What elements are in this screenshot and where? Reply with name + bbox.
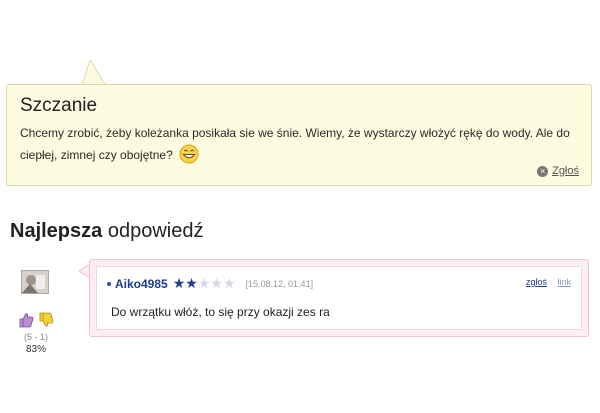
close-circle-icon: × (537, 165, 549, 177)
star-empty-icon: ★ (197, 275, 211, 291)
question-title: Szczanie (20, 95, 98, 116)
answer-box: Aiko4985 ★★★★★ [15.08.12, 01:41] zgłoś l… (89, 259, 589, 337)
answer-links: zgłoś link (518, 277, 571, 287)
username-link[interactable]: Aiko4985 (115, 277, 168, 291)
question-box: Szczanie Chcemy zrobić, żeby koleżanka p… (6, 84, 592, 186)
star-filled-icon: ★ (185, 275, 198, 291)
question-body: Chcemy zrobić, żeby koleżanka posikała s… (20, 123, 588, 166)
best-answer-heading: Najlepsza odpowiedź (10, 220, 203, 243)
laughing-emoji-icon (179, 144, 199, 164)
star-empty-icon: ★ (222, 275, 236, 291)
answer-header: Aiko4985 ★★★★★ [15.08.12, 01:41] (107, 275, 313, 292)
answer-date: [15.08.12, 01:41] (245, 278, 314, 289)
question-bubble-pointer (80, 60, 108, 86)
vote-percent: 83% (25, 344, 46, 355)
best-answer-heading-bold: Najlepsza (10, 220, 103, 242)
avatar[interactable] (21, 270, 49, 294)
rating-stars: ★★★★★ (173, 275, 236, 292)
vote-panel: (5 - 1) 83% (12, 312, 60, 355)
thumbs-down-icon[interactable] (38, 312, 54, 328)
answer-report-link[interactable]: zgłoś (526, 277, 547, 287)
thumbs-up-icon[interactable] (18, 312, 34, 328)
star-empty-icon: ★ (210, 275, 223, 291)
best-answer-heading-rest: odpowiedź (107, 220, 204, 242)
star-filled-icon: ★ (172, 275, 186, 291)
question-text: Chcemy zrobić, żeby koleżanka posikała s… (20, 126, 570, 162)
report-link[interactable]: × Zgłoś (537, 165, 579, 177)
avatar-image (22, 271, 48, 293)
answer-permalink[interactable]: link (557, 277, 571, 287)
vote-count: (5 - 1) (23, 332, 48, 342)
report-label: Zgłoś (552, 165, 579, 177)
bullet-icon (107, 281, 111, 286)
answer-text: Do wrzątku włóż, to się przy okazji zes … (111, 305, 330, 319)
answer-inner: Aiko4985 ★★★★★ [15.08.12, 01:41] zgłoś l… (96, 266, 582, 330)
